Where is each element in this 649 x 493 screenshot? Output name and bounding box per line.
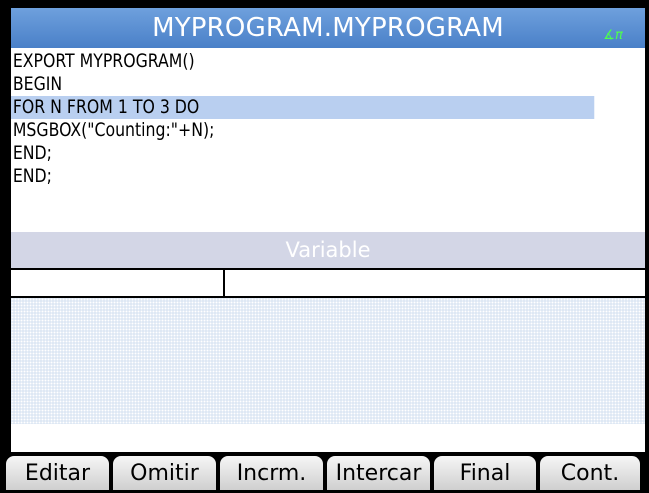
menu-spacer: [11, 424, 645, 452]
softkey-menu: Editar Omitir Incrm. Intercar Final Cont…: [0, 452, 649, 493]
top-border: [0, 0, 649, 8]
skip-button[interactable]: Omitir: [113, 456, 216, 490]
code-line-current[interactable]: FOR N FROM 1 TO 3 DO: [11, 96, 595, 119]
finish-button[interactable]: Final: [434, 456, 536, 490]
variable-panel-header: Variable: [11, 232, 645, 268]
step-button[interactable]: Incrm.: [220, 456, 323, 490]
program-title: MYPROGRAM.MYPROGRAM: [152, 13, 504, 43]
code-line[interactable]: BEGIN: [11, 73, 594, 96]
variable-list-area[interactable]: [11, 298, 645, 424]
angle-mode-icon: ∡π: [603, 28, 623, 43]
calculator-screen: MYPROGRAM.MYPROGRAM ∡π EXPORT MYPROGRAM(…: [0, 0, 649, 493]
code-line[interactable]: END;: [11, 165, 594, 188]
right-border: [645, 0, 649, 493]
code-line[interactable]: END;: [11, 142, 594, 165]
continue-button[interactable]: Cont.: [540, 456, 640, 490]
code-line[interactable]: EXPORT MYPROGRAM(): [11, 50, 594, 73]
edit-button[interactable]: Editar: [6, 456, 109, 490]
program-code[interactable]: EXPORT MYPROGRAM() BEGIN FOR N FROM 1 TO…: [11, 50, 645, 230]
variable-header-label: Variable: [285, 238, 371, 262]
title-bar: MYPROGRAM.MYPROGRAM ∡π: [11, 8, 645, 48]
swap-button[interactable]: Intercar: [327, 456, 430, 490]
variable-table[interactable]: [11, 268, 645, 298]
column-divider: [223, 270, 225, 296]
left-border: [0, 0, 11, 493]
code-line[interactable]: MSGBOX("Counting:"+N);: [11, 119, 594, 142]
